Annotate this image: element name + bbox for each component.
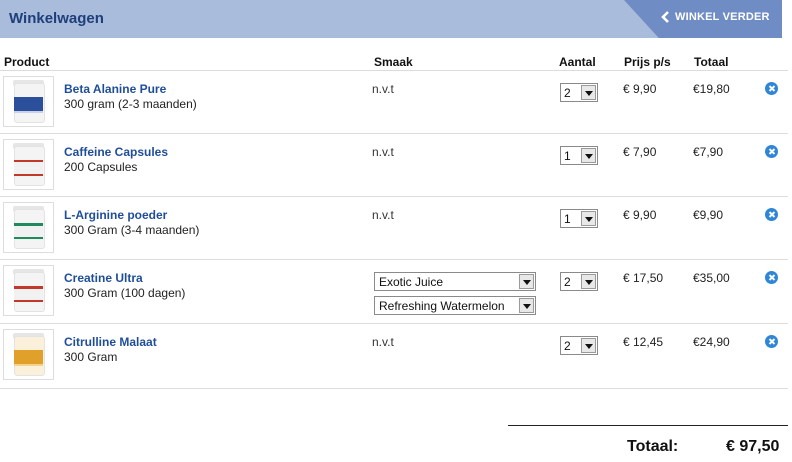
dropdown-arrow-icon xyxy=(519,274,534,289)
product-description: 300 Gram xyxy=(64,350,118,364)
cart-header-bar: Winkelwagen WINKEL VERDER xyxy=(0,0,782,38)
jar-stripe xyxy=(14,111,43,113)
dropdown-arrow-icon xyxy=(519,298,534,313)
row-divider xyxy=(0,133,788,134)
product-name-link[interactable]: Creatine Ultra xyxy=(64,271,143,285)
line-total: €9,90 xyxy=(693,208,724,222)
column-header-aantal: Aantal xyxy=(559,55,596,69)
product-thumbnail[interactable] xyxy=(3,265,54,316)
product-description: 300 gram (2-3 maanden) xyxy=(64,97,197,111)
product-description: 200 Capsules xyxy=(64,160,138,174)
product-thumbnail[interactable] xyxy=(3,76,54,127)
product-name-link[interactable]: Caffeine Capsules xyxy=(64,145,168,159)
jar-label xyxy=(14,350,43,364)
chevron-left-icon xyxy=(661,11,669,23)
continue-shopping-button[interactable]: WINKEL VERDER xyxy=(624,0,782,38)
unit-price: € 9,90 xyxy=(623,82,657,96)
product-thumbnail[interactable] xyxy=(3,329,54,380)
row-divider xyxy=(0,323,788,324)
flavor-text: n.v.t xyxy=(372,82,394,96)
product-thumbnail[interactable] xyxy=(3,139,54,190)
quantity-select[interactable]: 2 xyxy=(560,83,598,102)
page-title: Winkelwagen xyxy=(9,10,104,27)
header-divider xyxy=(0,70,788,71)
remove-item-icon[interactable] xyxy=(765,335,778,348)
dropdown-arrow-icon xyxy=(581,148,596,163)
quantity-value: 2 xyxy=(564,86,571,100)
dropdown-arrow-icon xyxy=(581,274,596,289)
unit-price: € 7,90 xyxy=(623,145,657,159)
line-total: €35,00 xyxy=(693,271,730,285)
quantity-value: 2 xyxy=(564,275,571,289)
total-divider xyxy=(508,425,788,426)
grand-total-label: Totaal: xyxy=(627,438,679,455)
remove-item-icon[interactable] xyxy=(765,271,778,284)
line-total: €7,90 xyxy=(693,145,724,159)
product-thumbnail[interactable] xyxy=(3,202,54,253)
line-total: €19,80 xyxy=(693,82,730,96)
jar-label xyxy=(14,97,43,111)
flavor-text: n.v.t xyxy=(372,208,394,222)
quantity-select[interactable]: 1 xyxy=(560,146,598,165)
grand-total-value: € 97,50 xyxy=(726,438,780,455)
flavor-value: Exotic Juice xyxy=(379,275,444,289)
flavor-value: Refreshing Watermelon xyxy=(379,299,505,313)
dropdown-arrow-icon xyxy=(581,211,596,226)
row-divider xyxy=(0,259,788,260)
product-description: 300 Gram (3-4 maanden) xyxy=(64,223,200,237)
quantity-select[interactable]: 2 xyxy=(560,272,598,291)
quantity-value: 2 xyxy=(564,339,571,353)
row-divider xyxy=(0,196,788,197)
line-total: €24,90 xyxy=(693,335,730,349)
quantity-select[interactable]: 1 xyxy=(560,209,598,228)
flavor-select-1[interactable]: Exotic Juice xyxy=(374,272,536,291)
quantity-value: 1 xyxy=(564,212,571,226)
flavor-text: n.v.t xyxy=(372,145,394,159)
product-name-link[interactable]: Citrulline Malaat xyxy=(64,335,157,349)
column-header-totaal: Totaal xyxy=(694,55,729,69)
remove-item-icon[interactable] xyxy=(765,208,778,221)
jar-stripe xyxy=(14,237,43,239)
unit-price: € 9,90 xyxy=(623,208,657,222)
unit-price: € 17,50 xyxy=(623,271,664,285)
row-divider xyxy=(0,388,788,389)
jar-stripe xyxy=(14,300,43,302)
continue-shopping-label: WINKEL VERDER xyxy=(675,11,770,23)
remove-item-icon[interactable] xyxy=(765,82,778,95)
product-description: 300 Gram (100 dagen) xyxy=(64,286,186,300)
column-header-smaak: Smaak xyxy=(374,55,413,69)
quantity-select[interactable]: 2 xyxy=(560,336,598,355)
flavor-select-2[interactable]: Refreshing Watermelon xyxy=(374,296,536,315)
dropdown-arrow-icon xyxy=(581,338,596,353)
flavor-text: n.v.t xyxy=(372,335,394,349)
unit-price: € 12,45 xyxy=(623,335,664,349)
column-header-prijs: Prijs p/s xyxy=(624,55,671,69)
column-header-product: Product xyxy=(4,55,50,69)
dropdown-arrow-icon xyxy=(581,85,596,100)
jar-stripe xyxy=(14,364,43,366)
remove-item-icon[interactable] xyxy=(765,145,778,158)
product-name-link[interactable]: Beta Alanine Pure xyxy=(64,82,166,96)
jar-stripe xyxy=(14,174,43,176)
quantity-value: 1 xyxy=(564,149,571,163)
product-name-link[interactable]: L-Arginine poeder xyxy=(64,208,167,222)
